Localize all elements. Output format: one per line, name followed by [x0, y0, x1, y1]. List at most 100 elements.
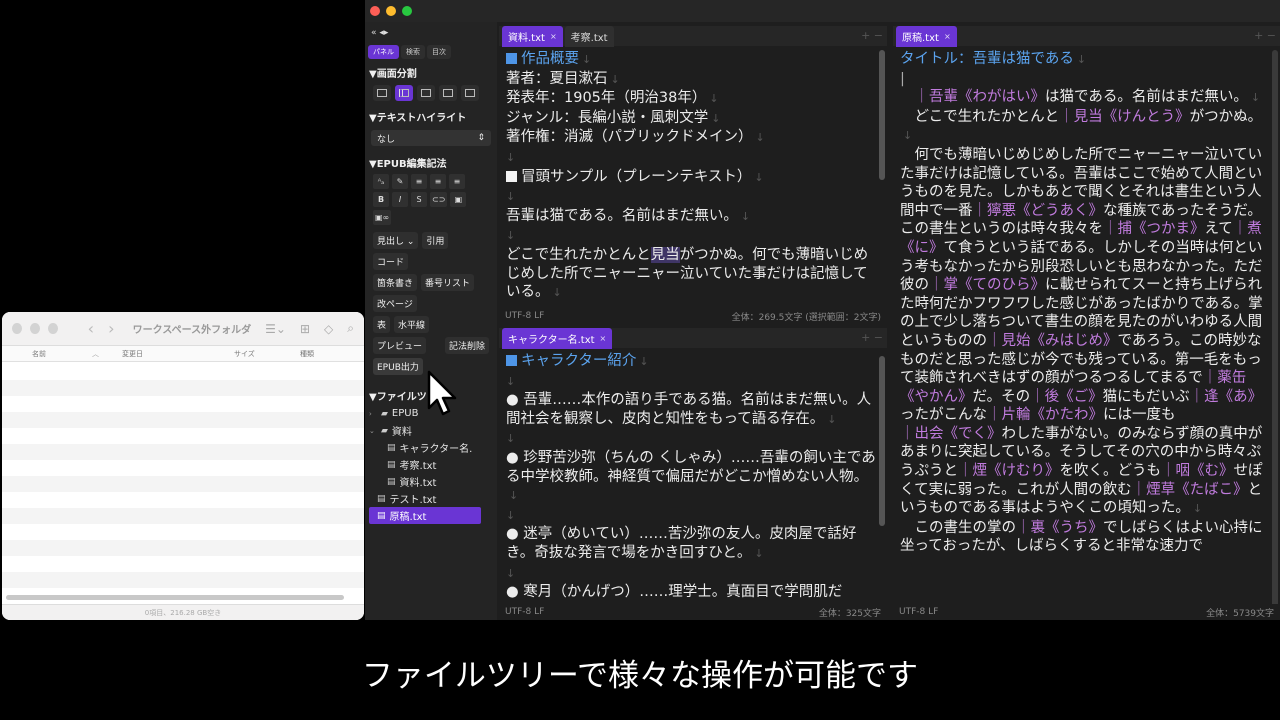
chevron-right-icon[interactable]: › [369, 410, 377, 418]
sort-chevron-icon[interactable]: ︿ [92, 349, 122, 359]
minimize-dot-icon[interactable] [29, 323, 40, 334]
pane-add-remove-icons[interactable]: + − [861, 331, 883, 344]
link-icon[interactable]: ⊂⊃ [430, 192, 448, 207]
ruby-icon[interactable]: ᴬₐ [373, 174, 389, 189]
zoom-button-icon[interactable] [402, 6, 412, 16]
forward-arrow-icon[interactable]: › [108, 319, 121, 338]
pane-add-remove-icons[interactable]: + − [861, 29, 883, 42]
editor-scrollbar[interactable] [879, 50, 885, 180]
close-button-icon[interactable] [370, 6, 380, 16]
text-line: ジャンル：長編小説・風刺文学 [506, 109, 709, 126]
close-dot-icon[interactable] [12, 323, 22, 334]
tag-icon[interactable]: ◇ [324, 322, 333, 336]
column-name[interactable]: 名前 [2, 349, 92, 359]
tab-shiryo[interactable]: 資料.txt × [502, 25, 563, 47]
status-bar: UTF-8 LF 全体：269.5文字 (選択範囲：2文字) [499, 308, 887, 324]
remove-markup-button[interactable]: 記法削除 [444, 337, 489, 354]
close-tab-icon[interactable]: × [550, 32, 557, 41]
column-modified[interactable]: 変更日 [122, 349, 234, 359]
pane-add-remove-icons[interactable]: + − [1254, 29, 1276, 42]
layout-single-icon[interactable] [373, 85, 391, 101]
editor-pane-right: 原稿.txt × + − タイトル：吾輩は猫である ↓ | ｜吾輩《わがはい》は猫で… [893, 25, 1280, 620]
layout-split-icon[interactable] [395, 85, 413, 101]
epub-export-button[interactable]: EPUB出力 [373, 358, 423, 375]
tree-item-label: 原稿.txt [389, 512, 427, 523]
editor-text-area[interactable]: 作品概要 ↓ 著者：夏目漱石 ↓ 発表年：1905年（明治38年） ↓ ジャンル：長編… [499, 46, 887, 326]
image-icon[interactable]: ▣ [450, 192, 467, 207]
text-line: どこで生れたかとんと [506, 246, 651, 263]
emphasis-icon[interactable]: ✎ [392, 174, 408, 189]
text-line: 著者：夏目漱石 [506, 70, 608, 87]
title-bar [365, 0, 1280, 22]
sidebar-toggle-icons[interactable]: « ◂▸ [365, 22, 497, 44]
column-kind[interactable]: 種類 [300, 349, 360, 359]
finder-scrollbar[interactable] [6, 595, 344, 600]
strikethrough-icon[interactable]: S [411, 192, 427, 207]
tree-file-genkou[interactable]: ▤ 原稿.txt [369, 507, 481, 524]
table-button[interactable]: 表 [373, 316, 391, 333]
folder-icon: ▰ [381, 425, 388, 436]
tab-search[interactable]: 検索 [401, 45, 425, 59]
italic-icon[interactable]: I [392, 192, 408, 207]
section-layout[interactable]: ▼画面分割 [365, 60, 497, 82]
tab-label: キャラクター名.txt [508, 334, 595, 346]
column-size[interactable]: サイズ [234, 349, 300, 359]
editor-text-area[interactable]: キャラクター紹介 ↓ ↓ ● 吾輩……本作の語り手である猫。名前はまだ無い。人間社… [499, 348, 887, 606]
view-options-icon[interactable]: ☰⌄ [265, 322, 286, 336]
align-center-icon[interactable]: ≡ [430, 174, 446, 189]
zoom-dot-icon[interactable] [47, 323, 58, 334]
chevron-down-icon[interactable]: ⌄ [369, 427, 377, 435]
tab-panel[interactable]: パネル [368, 45, 399, 59]
tree-file-character[interactable]: ▤ キャラクター名. [369, 439, 497, 456]
numbered-list-button[interactable]: 番号リスト [421, 274, 475, 291]
align-right-icon[interactable]: ≡ [449, 174, 465, 189]
file-icon: ▤ [377, 493, 386, 504]
text-line: ● 迷亭（めいてい）……苦沙弥の友人。皮肉屋で話好き。奇抜な発言で場をかき回すひ… [506, 526, 857, 561]
tab-kousatsu[interactable]: 考察.txt [564, 25, 614, 47]
tree-file-kousatsu[interactable]: ▤ 考察.txt [369, 456, 497, 473]
layout-triple-icon[interactable] [417, 85, 435, 101]
finder-file-list[interactable] [2, 364, 364, 596]
new-folder-icon[interactable]: ⊞ [300, 322, 310, 336]
finder-toolbar: ‹ › ワークスペース外フォルダ ☰⌄ ⊞ ◇ ⌕ [2, 312, 364, 346]
section-epub[interactable]: ▼EPUB編集記法 [365, 150, 497, 172]
heading-text: 作品概要 [521, 51, 579, 67]
minimize-button-icon[interactable] [386, 6, 396, 16]
quote-button[interactable]: 引用 [422, 232, 449, 249]
char-count-status: 全体：5739文字 [1206, 608, 1274, 619]
section-highlight[interactable]: ▼テキストハイライト [365, 104, 497, 126]
back-arrow-icon[interactable]: ‹ [88, 319, 101, 338]
video-caption: ファイルツリーで様々な操作が可能です [361, 658, 919, 694]
tree-file-shiryo[interactable]: ▤ 資料.txt [369, 473, 497, 490]
layout-quad-icon[interactable] [461, 85, 479, 101]
layout-horizontal-icon[interactable] [439, 85, 457, 101]
file-icon: ▤ [387, 442, 396, 453]
horizontal-rule-button[interactable]: 水平線 [394, 316, 430, 333]
highlight-select[interactable]: なし ⇕ [371, 130, 491, 146]
tree-folder-shiryo[interactable]: ⌄ ▰ 資料 [369, 422, 497, 439]
editor-scrollbar[interactable] [879, 356, 885, 526]
tab-genkou[interactable]: 原稿.txt × [896, 25, 957, 47]
search-icon[interactable]: ⌕ [347, 321, 354, 336]
encoding-status: UTF-8 LF [505, 607, 545, 617]
file-icon: ▤ [377, 510, 386, 521]
bold-icon[interactable]: B [373, 192, 389, 207]
manuscript-text-area[interactable]: タイトル：吾輩は猫である ↓ | ｜吾輩《わがはい》は猫である。名前はまだ無い。 ↓… [893, 46, 1280, 606]
image-link-icon[interactable]: ▣∞ [373, 210, 392, 225]
heading-button[interactable]: 見出し ⌄ [373, 232, 419, 249]
tree-file-test[interactable]: ▤ テスト.txt [369, 490, 497, 507]
close-tab-icon[interactable]: × [600, 334, 607, 343]
code-button[interactable]: コード [373, 253, 409, 270]
title-line: タイトル：吾輩は猫である [900, 51, 1074, 67]
close-tab-icon[interactable]: × [944, 32, 951, 41]
text-line: ● 寒月（かんげつ）……理学士。真面目で学問肌だ [506, 584, 843, 601]
bullet-list-button[interactable]: 箇条書き [373, 274, 418, 291]
tab-toc[interactable]: 目次 [427, 45, 451, 59]
editor-scrollbar[interactable] [1272, 50, 1278, 620]
page-break-button[interactable]: 改ページ [373, 295, 417, 312]
tab-bar: 原稿.txt × + − [893, 25, 1280, 47]
tab-character[interactable]: キャラクター名.txt × [502, 327, 613, 349]
align-left-icon[interactable]: ≡ [411, 174, 427, 189]
preview-button[interactable]: プレビュー [373, 337, 427, 354]
layout-buttons [365, 82, 497, 104]
